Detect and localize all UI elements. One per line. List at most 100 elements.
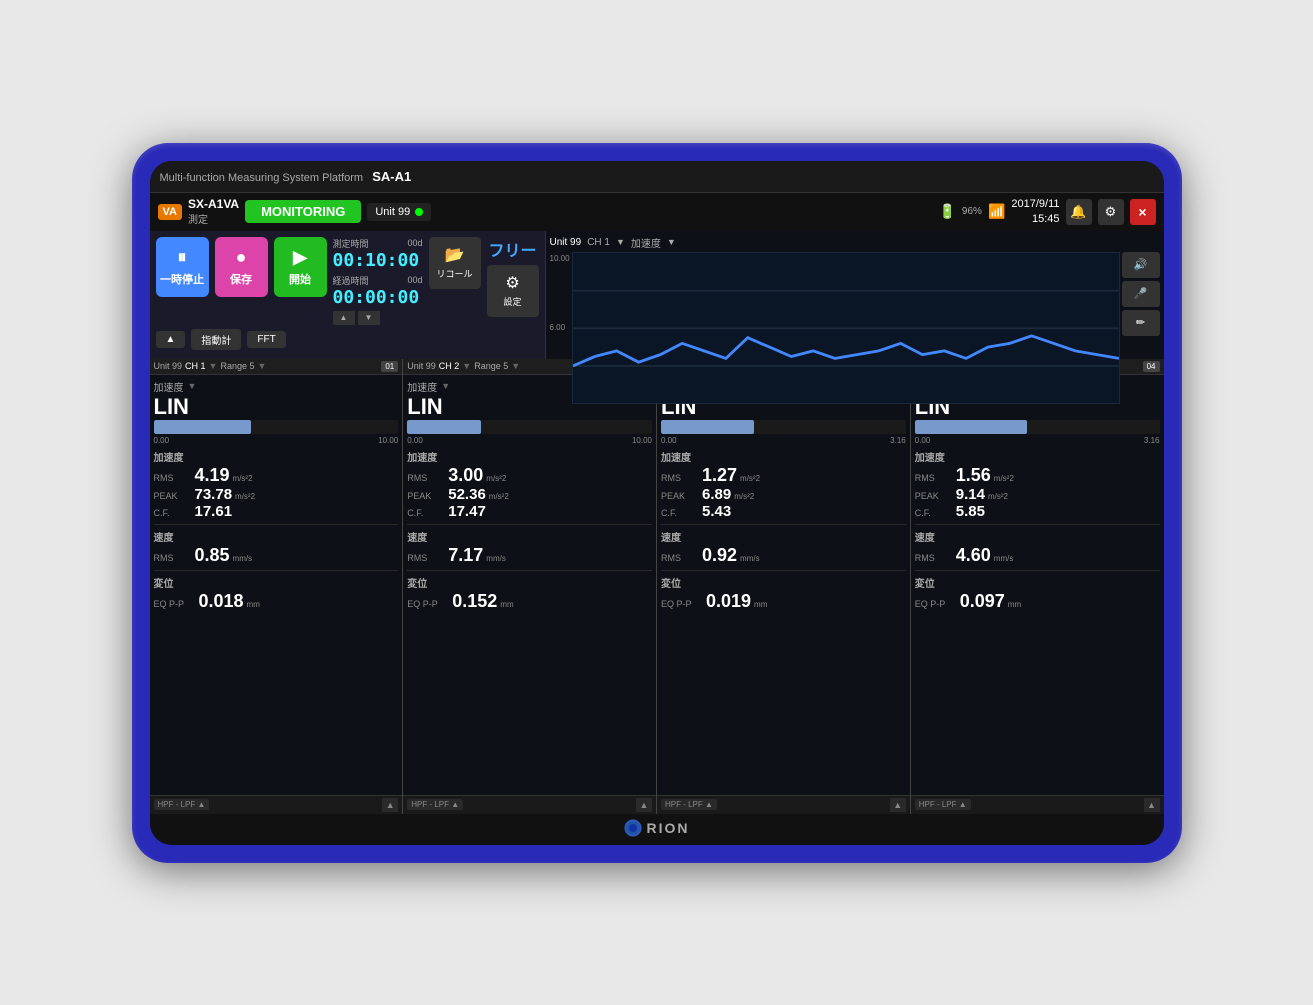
- ch3-peak-key: PEAK: [661, 491, 699, 501]
- zidou-button[interactable]: 指動計: [191, 329, 241, 350]
- ch1-accel-title: 加速度: [154, 449, 399, 464]
- ch2-progress-fill: [407, 420, 480, 434]
- ch2-rms-unit: m/s²2: [486, 474, 506, 483]
- ch4-peak-key: PEAK: [915, 491, 953, 501]
- ch2-disp-key: EQ P-P: [407, 599, 449, 609]
- ch3-rms-row: RMS 1.27 m/s²2: [661, 465, 906, 486]
- ch1-range: Range 5: [220, 361, 254, 371]
- ch3-divider2: [661, 570, 906, 571]
- ch4-speed-unit: mm/s: [994, 554, 1014, 563]
- device-info: SX-A1VA 測定: [188, 197, 239, 226]
- ch3-accel-title: 加速度: [661, 449, 906, 464]
- ch1-header: Unit 99 CH 1 ▼ Range 5 ▼ 01: [150, 359, 403, 375]
- ch3-progress-bg: [661, 420, 906, 434]
- settings-header-button[interactable]: ⚙: [1098, 199, 1124, 225]
- device-model: SX-A1VA: [188, 197, 239, 211]
- ch1-peak-key: PEAK: [154, 491, 192, 501]
- fft-button[interactable]: FFT: [247, 331, 285, 348]
- ch3-disp-key: EQ P-P: [661, 599, 703, 609]
- ch1-disp-title: 変位: [154, 575, 399, 590]
- ch2-peak-val: 52.36: [448, 486, 486, 503]
- save-label: 保存: [230, 271, 252, 287]
- ch3-cf-val: 5.43: [702, 503, 731, 520]
- free-section: フリー ⚙ 設定: [487, 237, 539, 317]
- device-frame: Multi-function Measuring System Platform…: [132, 143, 1182, 863]
- ch1-hpf-btn[interactable]: HPF - LPF ▲: [154, 799, 210, 810]
- ch2-up-btn[interactable]: ▲: [636, 798, 652, 812]
- timer-up-btn[interactable]: ▲: [333, 311, 355, 325]
- close-button[interactable]: ×: [1130, 199, 1156, 225]
- ch2-type-label: 加速度: [407, 379, 437, 394]
- ch2-peak-unit: m/s²2: [489, 492, 509, 501]
- ch4-disp-unit: mm: [1008, 600, 1021, 609]
- top-bar: Multi-function Measuring System Platform…: [150, 161, 1164, 193]
- timer-down-btn[interactable]: ▼: [358, 311, 380, 325]
- timer-section: 測定時間 00d 00:10:00 経過時間 00d 00:00:00 ▲: [333, 237, 423, 325]
- pause-button[interactable]: ⏸ 一時停止: [156, 237, 209, 297]
- recall-button[interactable]: 📂 リコール: [429, 237, 481, 289]
- ch1-range-min: 0.00: [154, 436, 170, 445]
- ch2-footer: HPF - LPF ▲ ▲: [403, 795, 656, 814]
- ch3-speed-row: RMS 0.92 mm/s: [661, 545, 906, 566]
- chart-type-label: 加速度: [631, 235, 661, 250]
- ch4-disp-val: 0.097: [960, 591, 1005, 612]
- ch3-body: 加速度 ▼ LIN 0.00 3.16 加速度: [657, 375, 910, 795]
- ch3-up-btn[interactable]: ▲: [890, 798, 906, 812]
- ch4-accel-title: 加速度: [915, 449, 1160, 464]
- ch3-hpf-btn[interactable]: HPF - LPF ▲: [661, 799, 717, 810]
- start-icon: ▶: [293, 247, 307, 268]
- ch4-cf-row: C.F. 5.85: [915, 503, 1160, 520]
- ch3-footer: HPF - LPF ▲ ▲: [657, 795, 910, 814]
- ch2-accel-title: 加速度: [407, 449, 652, 464]
- ch4-footer: HPF - LPF ▲ ▲: [911, 795, 1164, 814]
- ch1-speed-unit: mm/s: [233, 554, 253, 563]
- ch2-hpf-btn[interactable]: HPF - LPF ▲: [407, 799, 463, 810]
- chart-edit-btn[interactable]: ✏: [1122, 310, 1160, 336]
- elapsed-value: 00:00:00: [333, 289, 423, 307]
- start-button[interactable]: ▶ 開始: [274, 237, 327, 297]
- elapsed-row: 経過時間 00d: [333, 274, 423, 287]
- ch4-progress-fill: [915, 420, 1028, 434]
- ch2-speed-title: 速度: [407, 529, 652, 544]
- measure-time-day: 00d: [407, 238, 422, 248]
- ch3-speed-title: 速度: [661, 529, 906, 544]
- ch4-up-btn[interactable]: ▲: [1144, 798, 1160, 812]
- chart-speaker-btn[interactable]: 🔊: [1122, 252, 1160, 278]
- control-chart-row: ⏸ 一時停止 ● 保存 ▶ 開始: [150, 231, 1164, 359]
- chart-mic-btn[interactable]: 🎤: [1122, 281, 1160, 307]
- bell-button[interactable]: 🔔: [1066, 199, 1092, 225]
- ch4-accel-section: 加速度 RMS 1.56 m/s²2 PEAK 9.14 m/s²2: [915, 449, 1160, 520]
- ch4-rms-row: RMS 1.56 m/s²2: [915, 465, 1160, 486]
- ch1-up-btn[interactable]: ▲: [382, 798, 398, 812]
- bottom-ctrl-row: ▲ 指動計 FFT: [156, 329, 539, 350]
- chart-unit-label: Unit 99: [550, 237, 582, 248]
- battery-pct: 96%: [962, 206, 982, 217]
- ch1-disp-val: 0.018: [199, 591, 244, 612]
- ch1-progress-fill: [154, 420, 252, 434]
- save-button[interactable]: ● 保存: [215, 237, 268, 297]
- measure-time-value: 00:10:00: [333, 252, 423, 270]
- ch4-speed-key: RMS: [915, 553, 953, 563]
- ch3-speed-val: 0.92: [702, 545, 737, 566]
- ch4-progress-bg: [915, 420, 1160, 434]
- ch3-range-max: 3.16: [890, 436, 906, 445]
- ch2-range-max: 10.00: [632, 436, 652, 445]
- chart-ch-label: CH 1: [587, 237, 610, 248]
- brand-bar: RION: [150, 814, 1164, 845]
- ch4-hpf-btn[interactable]: HPF - LPF ▲: [915, 799, 971, 810]
- ch1-footer: HPF - LPF ▲ ▲: [150, 795, 403, 814]
- monitoring-button[interactable]: MONITORING: [245, 200, 361, 223]
- settings-button[interactable]: ⚙ 設定: [487, 265, 539, 317]
- ch1-num: 01: [381, 361, 398, 372]
- ch1-cf-row: C.F. 17.61: [154, 503, 399, 520]
- ch4-speed-row: RMS 4.60 mm/s: [915, 545, 1160, 566]
- ch3-peak-unit: m/s²2: [734, 492, 754, 501]
- move-up-button[interactable]: ▲: [156, 331, 186, 348]
- app-screen: Multi-function Measuring System Platform…: [150, 161, 1164, 845]
- ch1-cf-key: C.F.: [154, 508, 192, 518]
- ch1-range-labels: 0.00 10.00: [154, 436, 399, 445]
- ch2-rms-key: RMS: [407, 473, 445, 483]
- ch4-rms-key: RMS: [915, 473, 953, 483]
- signal-icon: 📶: [988, 203, 1005, 220]
- ch3-speed-section: 速度 RMS 0.92 mm/s: [661, 529, 906, 566]
